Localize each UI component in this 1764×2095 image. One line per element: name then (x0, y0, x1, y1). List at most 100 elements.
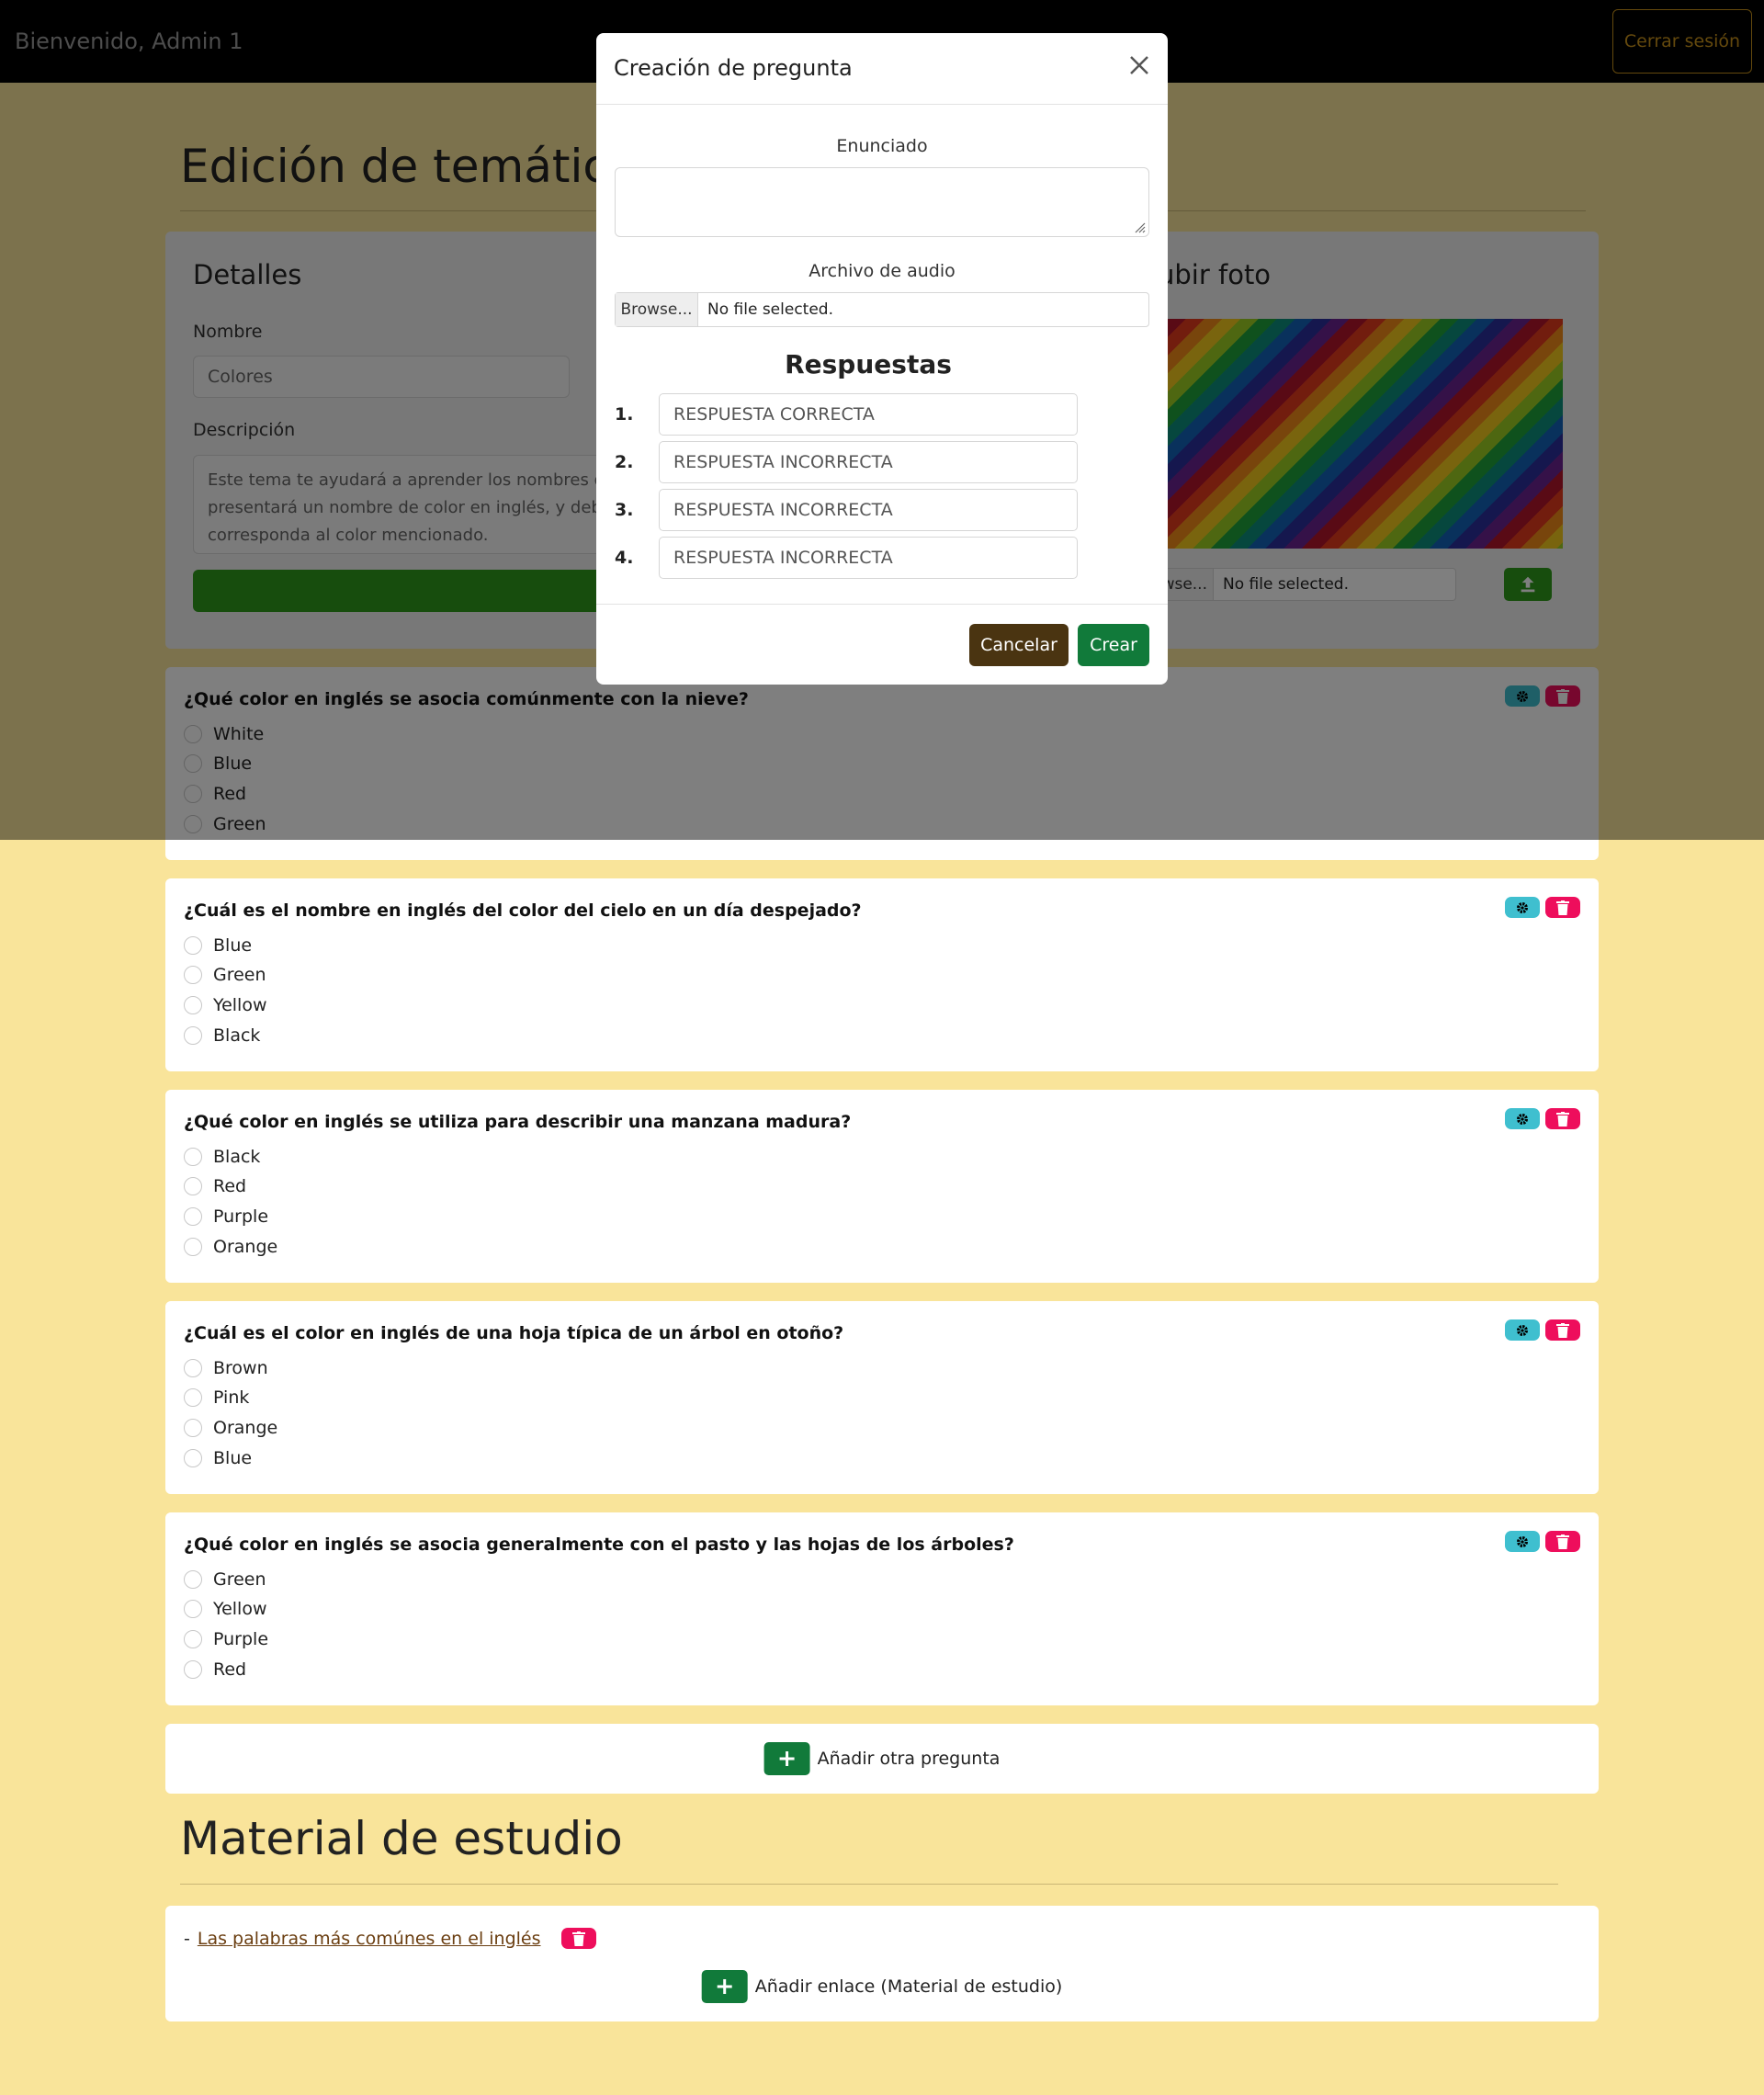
option-label: Green (213, 965, 266, 985)
audio-label: Archivo de audio (808, 261, 956, 281)
answer-option[interactable]: Pink (184, 1387, 249, 1408)
create-question-modal: Creación de pregunta Enunciado Archivo d… (596, 33, 1168, 685)
gear-icon (1517, 1113, 1528, 1125)
answer-number: 3. (615, 500, 634, 520)
close-icon[interactable] (1125, 51, 1153, 79)
add-link-button[interactable] (701, 1970, 748, 2003)
answer-row: 4. RESPUESTA INCORRECTA (615, 537, 1078, 579)
modal-title: Creación de pregunta (614, 55, 853, 81)
answer-input[interactable]: RESPUESTA INCORRECTA (659, 441, 1078, 483)
option-label: Purple (213, 1206, 269, 1227)
radio-button[interactable] (184, 966, 202, 984)
answer-option[interactable]: Blue (184, 935, 252, 956)
option-label: Red (213, 1659, 247, 1680)
radio-button[interactable] (184, 1600, 202, 1618)
answer-input[interactable]: RESPUESTA CORRECTA (659, 393, 1078, 436)
option-label: Yellow (213, 995, 267, 1015)
radio-button[interactable] (184, 1148, 202, 1166)
answer-row: 3. RESPUESTA INCORRECTA (615, 489, 1078, 531)
radio-button[interactable] (184, 1419, 202, 1437)
radio-button[interactable] (184, 1177, 202, 1195)
answer-option[interactable]: Purple (184, 1206, 268, 1227)
radio-button[interactable] (184, 996, 202, 1014)
answer-option[interactable]: Green (184, 1569, 266, 1590)
answer-option[interactable]: Yellow (184, 1599, 267, 1619)
answer-number: 2. (615, 452, 634, 472)
radio-button[interactable] (184, 1388, 202, 1407)
radio-button[interactable] (184, 1449, 202, 1467)
cancel-button[interactable]: Cancelar (969, 624, 1069, 666)
delete-question-button[interactable] (1545, 897, 1580, 918)
audio-browse-button[interactable]: Browse... (616, 293, 698, 326)
answer-row: 1. RESPUESTA CORRECTA (615, 393, 1078, 436)
option-label: Brown (213, 1358, 268, 1378)
add-question-button[interactable] (763, 1742, 810, 1775)
answer-option[interactable]: Brown (184, 1358, 268, 1378)
statement-textarea[interactable] (615, 167, 1149, 237)
add-link-label: Añadir enlace (Material de estudio) (754, 1976, 1063, 1997)
answer-input[interactable]: RESPUESTA INCORRECTA (659, 537, 1078, 579)
study-link-row: - Las palabras más comúnes en el inglés (184, 1928, 596, 1949)
option-label: Purple (213, 1629, 269, 1649)
study-divider (180, 1884, 1558, 1885)
option-label: Orange (213, 1418, 278, 1438)
create-button[interactable]: Crear (1078, 624, 1149, 666)
answer-option[interactable]: Red (184, 1176, 246, 1196)
trash-icon (1556, 1534, 1569, 1549)
trash-icon (1556, 1322, 1569, 1338)
edit-question-button[interactable] (1505, 1108, 1540, 1129)
edit-question-button[interactable] (1505, 1319, 1540, 1341)
radio-button[interactable] (184, 1570, 202, 1589)
resize-handle-icon[interactable] (1133, 221, 1146, 233)
study-material-card: - Las palabras más comúnes en el inglés … (165, 1906, 1599, 2021)
radio-button[interactable] (184, 1207, 202, 1226)
answer-input[interactable]: RESPUESTA INCORRECTA (659, 489, 1078, 531)
add-link-control[interactable]: Añadir enlace (Material de estudio) (701, 1970, 1063, 2003)
plus-icon (779, 1751, 795, 1766)
modal-header: Creación de pregunta (596, 33, 1168, 105)
radio-button[interactable] (184, 1238, 202, 1256)
option-label: Orange (213, 1237, 278, 1257)
answer-option[interactable]: Black (184, 1147, 260, 1167)
answer-number: 1. (615, 404, 634, 425)
answer-option[interactable]: Orange (184, 1237, 277, 1257)
answers-heading: Respuestas (785, 349, 952, 379)
delete-question-button[interactable] (1545, 1319, 1580, 1341)
delete-question-button[interactable] (1545, 1531, 1580, 1552)
edit-question-button[interactable] (1505, 897, 1540, 918)
edit-question-button[interactable] (1505, 1531, 1540, 1552)
add-question-control[interactable]: Añadir otra pregunta (763, 1742, 1001, 1775)
add-question-card: Añadir otra pregunta (165, 1724, 1599, 1794)
add-question-label: Añadir otra pregunta (817, 1749, 1001, 1769)
option-label: Black (213, 1147, 261, 1167)
answer-option[interactable]: Purple (184, 1629, 268, 1649)
radio-button[interactable] (184, 1630, 202, 1648)
option-label: Yellow (213, 1599, 267, 1619)
answer-option[interactable]: Yellow (184, 995, 267, 1015)
radio-button[interactable] (184, 1359, 202, 1377)
audio-file-input[interactable]: Browse... No file selected. (615, 292, 1149, 327)
delete-question-button[interactable] (1545, 1108, 1580, 1129)
radio-button[interactable] (184, 936, 202, 955)
question-text: ¿Cuál es el color en inglés de una hoja … (184, 1323, 844, 1343)
study-link[interactable]: Las palabras más comúnes en el inglés (198, 1929, 541, 1949)
plus-icon (717, 1979, 732, 1994)
gear-icon (1517, 1324, 1528, 1336)
question-card: ¿Cuál es el nombre en inglés del color d… (165, 878, 1599, 1071)
radio-button[interactable] (184, 1026, 202, 1045)
answer-row: 2. RESPUESTA INCORRECTA (615, 441, 1078, 483)
option-label: Green (213, 1569, 266, 1590)
answer-option[interactable]: Blue (184, 1448, 252, 1468)
gear-icon (1517, 901, 1528, 913)
answer-option[interactable]: Black (184, 1025, 260, 1046)
answer-option[interactable]: Green (184, 965, 266, 985)
delete-link-button[interactable] (560, 1928, 596, 1949)
question-card: ¿Qué color en inglés se asocia generalme… (165, 1512, 1599, 1705)
answer-option[interactable]: Orange (184, 1418, 277, 1438)
option-label: Blue (213, 1448, 253, 1468)
radio-button[interactable] (184, 1660, 202, 1679)
audio-file-status: No file selected. (707, 300, 833, 319)
answer-option[interactable]: Red (184, 1659, 246, 1680)
study-material-title: Material de estudio (180, 1812, 623, 1865)
option-label: Blue (213, 935, 253, 956)
